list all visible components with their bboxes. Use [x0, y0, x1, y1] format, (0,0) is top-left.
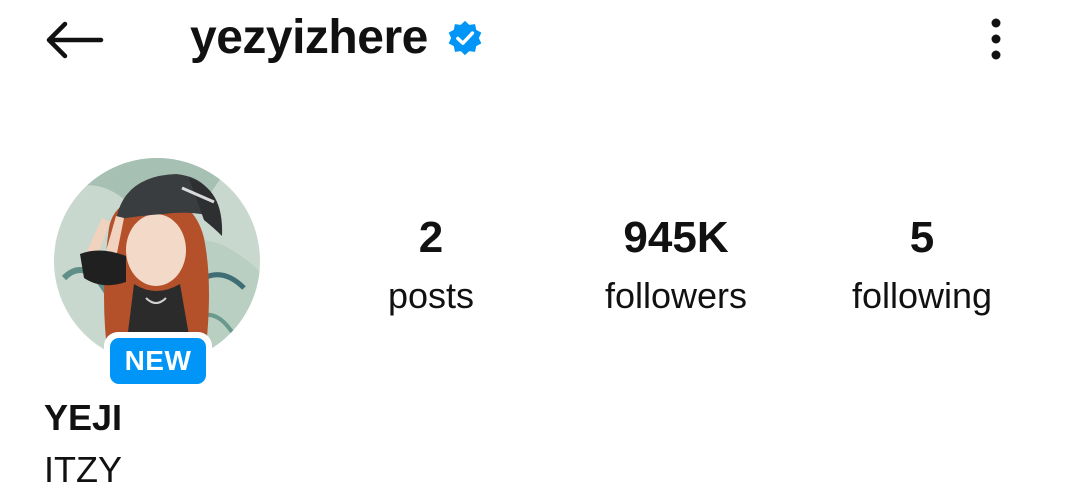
profile-page: yezyizhere NEW 2 posts 945K followers 5 …: [0, 0, 1074, 496]
username-row: yezyizhere: [190, 8, 484, 68]
arrow-left-icon: [46, 21, 104, 59]
verified-badge-icon: [448, 20, 482, 56]
more-vertical-icon: [991, 18, 1001, 60]
new-badge-label: NEW: [110, 338, 206, 384]
posts-count: 2: [418, 213, 444, 262]
posts-label: posts: [387, 275, 475, 316]
followers-label: followers: [604, 275, 748, 316]
posts-stat[interactable]: 2 posts: [331, 208, 531, 324]
following-label: following: [851, 275, 993, 316]
following-count: 5: [909, 213, 935, 262]
bio-text: ITZY: [44, 449, 122, 490]
more-options-button[interactable]: [976, 12, 1016, 66]
display-name: YEJI: [44, 397, 123, 438]
back-button[interactable]: [38, 14, 110, 66]
followers-stat[interactable]: 945K followers: [576, 208, 776, 324]
username: yezyizhere: [190, 11, 428, 64]
followers-count: 945K: [623, 213, 729, 262]
new-story-badge: NEW: [104, 332, 212, 390]
following-stat[interactable]: 5 following: [822, 208, 1022, 324]
